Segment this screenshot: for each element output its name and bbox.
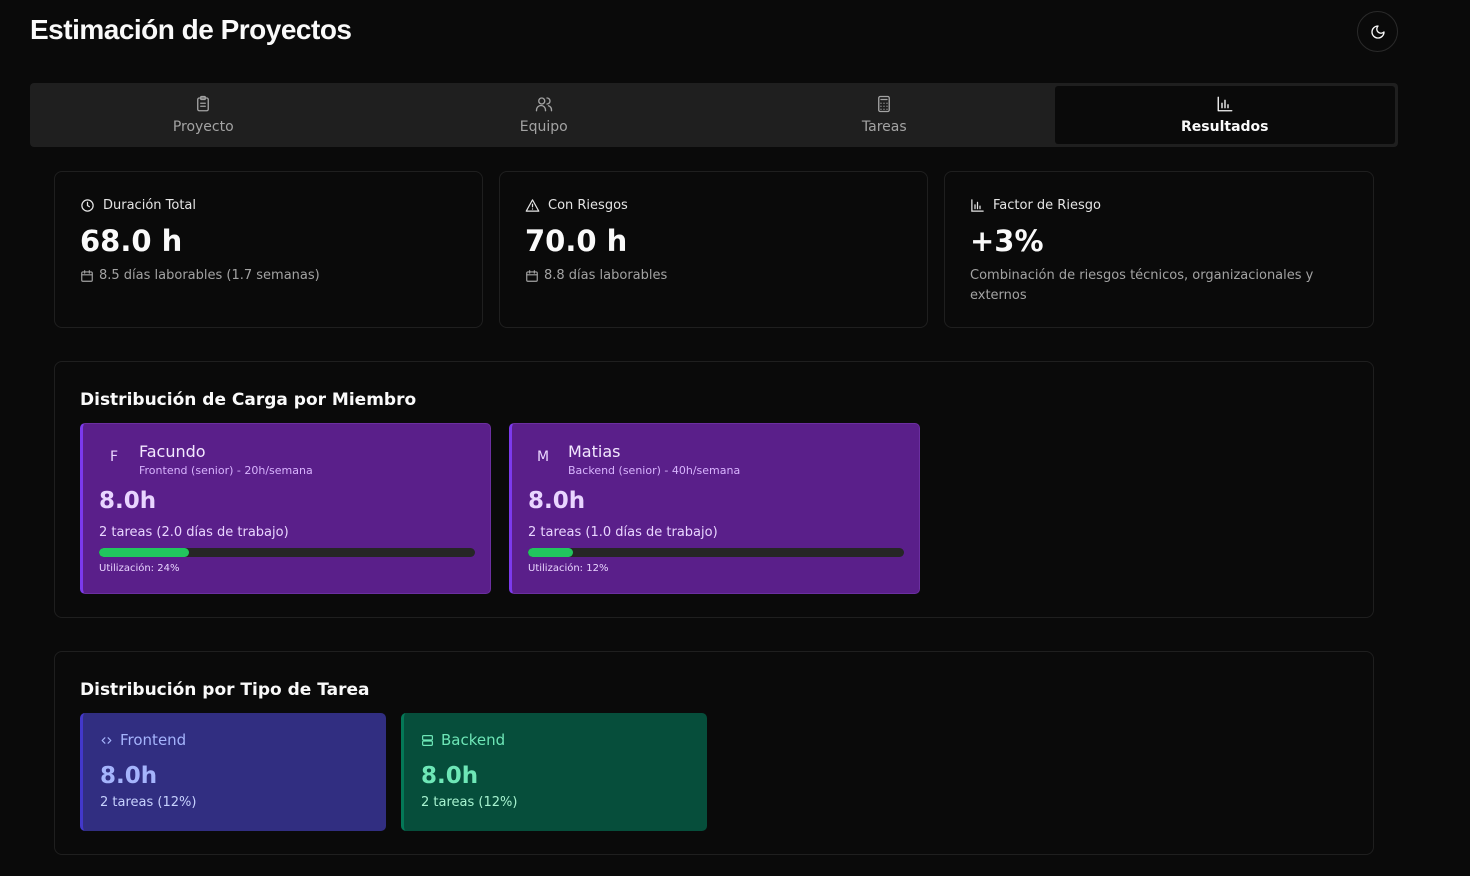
task-type-hours: 8.0h <box>421 763 479 789</box>
factor-header: Factor de Riesgo <box>970 198 1101 213</box>
types-section: Distribución por Tipo de Tarea Frontend … <box>54 651 1374 855</box>
task-type-card-backend: Backend 8.0h 2 tareas (12%) <box>401 713 707 831</box>
utilization-bar-fill <box>99 548 190 557</box>
risk-label: Con Riesgos <box>548 198 628 213</box>
utilization-bar-fill <box>528 548 574 557</box>
calendar-icon <box>526 270 538 282</box>
tab-label: Resultados <box>1181 119 1269 135</box>
warning-icon <box>525 199 540 212</box>
tab-label: Tareas <box>861 119 907 135</box>
utilization-label: Utilización: 12% <box>528 563 609 574</box>
calculator-icon <box>878 95 891 113</box>
tab-bar: Proyecto Equipo Tareas Resultados <box>30 83 1398 147</box>
utilization-label: Utilización: 24% <box>99 563 180 574</box>
members-section: Distribución de Carga por Miembro F Facu… <box>54 361 1374 618</box>
types-section-title: Distribución por Tipo de Tarea <box>80 680 370 700</box>
risk-sub: 8.8 días laborables <box>525 266 895 286</box>
utilization-bar <box>528 548 904 557</box>
tab-label: Equipo <box>519 119 568 135</box>
risk-sub-text: 8.8 días laborables <box>544 268 668 283</box>
risk-value: 70.0 h <box>525 224 628 258</box>
avatar: M <box>536 449 550 465</box>
task-type-tasks: 2 tareas (12%) <box>100 795 197 810</box>
member-hours: 8.0h <box>99 488 157 514</box>
tab-equipo[interactable]: Equipo <box>374 86 715 144</box>
tab-resultados[interactable]: Resultados <box>1054 86 1395 144</box>
duration-card: Duración Total 68.0 h 8.5 días laborable… <box>54 171 483 328</box>
task-type-card-frontend: Frontend 8.0h 2 tareas (12%) <box>80 713 386 831</box>
clipboard-icon <box>197 95 210 112</box>
page-title: Estimación de Proyectos <box>30 14 352 45</box>
avatar: F <box>109 449 119 465</box>
calendar-icon <box>81 270 93 282</box>
factor-sub-text: Combinación de riesgos técnicos, organiz… <box>970 268 1314 303</box>
duration-value: 68.0 h <box>80 224 183 258</box>
moon-icon <box>1370 24 1385 39</box>
task-type-header: Backend <box>421 731 505 749</box>
member-tasks: 2 tareas (1.0 días de trabajo) <box>528 525 718 540</box>
clock-icon <box>81 199 94 212</box>
factor-value: +3% <box>970 224 1044 258</box>
duration-label: Duración Total <box>103 198 197 213</box>
tab-proyecto[interactable]: Proyecto <box>33 86 374 144</box>
member-card: F Facundo Frontend (senior) - 20h/semana… <box>80 423 491 594</box>
duration-sub-text: 8.5 días laborables (1.7 semanas) <box>99 268 320 283</box>
factor-label: Factor de Riesgo <box>993 198 1101 213</box>
tab-tareas[interactable]: Tareas <box>714 86 1055 144</box>
member-name: Facundo <box>139 442 206 461</box>
tab-label: Proyecto <box>172 119 234 135</box>
server-icon <box>422 734 433 746</box>
member-role: Frontend (senior) - 20h/semana <box>139 464 313 477</box>
task-type-tasks: 2 tareas (12%) <box>421 795 518 810</box>
users-icon <box>535 97 552 112</box>
code-icon <box>101 736 112 744</box>
member-hours: 8.0h <box>528 488 586 514</box>
factor-sub: Combinación de riesgos técnicos, organiz… <box>970 266 1340 306</box>
member-tasks: 2 tareas (2.0 días de trabajo) <box>99 525 289 540</box>
task-type-name: Backend <box>441 731 506 749</box>
members-section-title: Distribución de Carga por Miembro <box>80 390 417 410</box>
risk-card: Con Riesgos 70.0 h 8.8 días laborables <box>499 171 928 328</box>
utilization-bar <box>99 548 475 557</box>
theme-toggle-button[interactable] <box>1357 11 1398 52</box>
duration-header: Duración Total <box>80 198 196 213</box>
bar-chart-icon <box>971 199 984 212</box>
member-card: M Matias Backend (senior) - 40h/semana 8… <box>509 423 920 594</box>
member-name: Matias <box>568 442 621 461</box>
task-type-name: Frontend <box>120 731 187 749</box>
factor-card: Factor de Riesgo +3% Combinación de ries… <box>944 171 1374 328</box>
risk-header: Con Riesgos <box>525 198 628 213</box>
member-role: Backend (senior) - 40h/semana <box>568 464 741 477</box>
task-type-hours: 8.0h <box>100 763 158 789</box>
duration-sub: 8.5 días laborables (1.7 semanas) <box>80 266 450 286</box>
task-type-header: Frontend <box>100 731 186 749</box>
app-root: Estimación de Proyectos Proyecto Equipo … <box>0 0 1470 876</box>
bar-chart-icon <box>1217 96 1233 112</box>
